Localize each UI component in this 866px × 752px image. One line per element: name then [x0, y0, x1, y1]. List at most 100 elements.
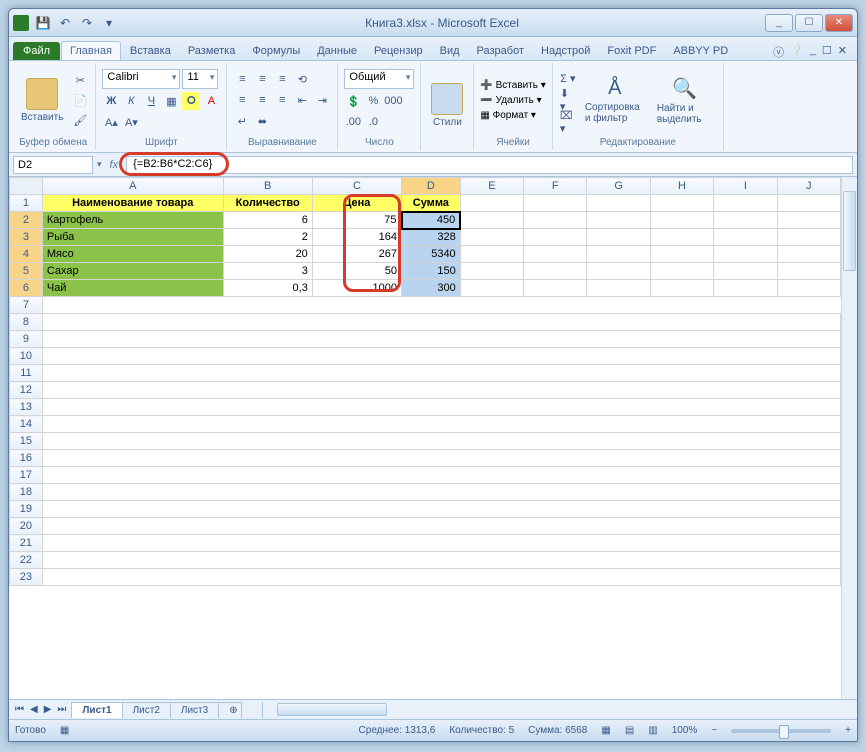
cell[interactable]: [587, 280, 650, 297]
cell[interactable]: 5340: [402, 246, 461, 263]
cell[interactable]: 450: [402, 212, 461, 229]
col-header-H[interactable]: H: [650, 178, 713, 195]
cell[interactable]: 2: [223, 229, 312, 246]
cell[interactable]: [587, 195, 650, 212]
cell[interactable]: [42, 382, 840, 399]
qat-dropdown[interactable]: ▾: [99, 13, 119, 33]
horizontal-scrollbar[interactable]: [262, 702, 857, 718]
col-header-E[interactable]: E: [460, 178, 523, 195]
insert-cells-button[interactable]: ➕ Вставить ▾: [480, 80, 545, 91]
cell[interactable]: [650, 280, 713, 297]
tab-review[interactable]: Рецензир: [366, 42, 431, 60]
bold-button[interactable]: Ж: [102, 92, 120, 110]
new-sheet-button[interactable]: ⊕: [218, 702, 242, 718]
wrap-text-button[interactable]: ↵: [233, 112, 251, 130]
tab-formulas[interactable]: Формулы: [244, 42, 308, 60]
cell[interactable]: [714, 280, 777, 297]
zoom-in-button[interactable]: +: [845, 725, 851, 736]
tab-next-button[interactable]: ▶: [42, 704, 54, 715]
col-header-J[interactable]: J: [777, 178, 840, 195]
maximize-button[interactable]: ☐: [795, 14, 823, 32]
tab-abbyy[interactable]: ABBYY PD: [665, 42, 736, 60]
paste-button[interactable]: Вставить: [17, 76, 67, 125]
cell[interactable]: [587, 229, 650, 246]
row-header-4[interactable]: 4: [10, 246, 43, 263]
cell[interactable]: 328: [402, 229, 461, 246]
col-header-C[interactable]: C: [312, 178, 401, 195]
align-center-button[interactable]: ≡: [253, 91, 271, 109]
col-header-A[interactable]: A: [42, 178, 223, 195]
tab-view[interactable]: Вид: [432, 42, 468, 60]
align-middle-button[interactable]: ≡: [253, 70, 271, 88]
cell[interactable]: [42, 399, 840, 416]
cell[interactable]: [650, 195, 713, 212]
col-header-B[interactable]: B: [223, 178, 312, 195]
cell[interactable]: [42, 501, 840, 518]
delete-cells-button[interactable]: ➖ Удалить ▾: [480, 95, 545, 106]
row-header-11[interactable]: 11: [10, 365, 43, 382]
format-painter-button[interactable]: 🖌: [71, 111, 89, 129]
doc-close-icon[interactable]: ✕: [838, 44, 847, 60]
cell[interactable]: [714, 212, 777, 229]
cell[interactable]: [42, 331, 840, 348]
autosum-button[interactable]: Σ ▾: [559, 69, 577, 87]
tab-last-button[interactable]: ⏭: [55, 704, 68, 715]
tab-file[interactable]: Файл: [13, 42, 60, 60]
cell[interactable]: 1000: [312, 280, 401, 297]
cell[interactable]: [42, 365, 840, 382]
clear-button[interactable]: ⌧ ▾: [559, 113, 577, 131]
cell[interactable]: [650, 246, 713, 263]
cell[interactable]: Рыба: [42, 229, 223, 246]
cell[interactable]: [42, 535, 840, 552]
cell[interactable]: Количество: [223, 195, 312, 212]
name-box[interactable]: [13, 156, 93, 174]
row-header-18[interactable]: 18: [10, 484, 43, 501]
cell[interactable]: [777, 280, 840, 297]
cut-button[interactable]: ✂: [71, 71, 89, 89]
cell[interactable]: [524, 229, 587, 246]
cell[interactable]: [460, 246, 523, 263]
align-bottom-button[interactable]: ≡: [273, 70, 291, 88]
cell[interactable]: [714, 263, 777, 280]
grid[interactable]: A B C D E F G H I J 1 Наименование товар…: [9, 177, 841, 699]
underline-button[interactable]: Ч: [142, 92, 160, 110]
cell[interactable]: Картофель: [42, 212, 223, 229]
currency-button[interactable]: 💲: [344, 92, 362, 110]
cell[interactable]: [42, 518, 840, 535]
indent-dec-button[interactable]: ⇤: [293, 91, 311, 109]
cell[interactable]: [714, 229, 777, 246]
cell[interactable]: [42, 297, 840, 314]
zoom-out-button[interactable]: −: [711, 725, 717, 736]
scroll-thumb[interactable]: [843, 191, 856, 271]
col-header-I[interactable]: I: [714, 178, 777, 195]
row-header-5[interactable]: 5: [10, 263, 43, 280]
doc-min-icon[interactable]: _: [810, 44, 816, 60]
tab-data[interactable]: Данные: [309, 42, 365, 60]
cell[interactable]: 164: [312, 229, 401, 246]
macro-record-icon[interactable]: ▦: [60, 725, 69, 736]
row-header-17[interactable]: 17: [10, 467, 43, 484]
cell[interactable]: [777, 195, 840, 212]
row-header-19[interactable]: 19: [10, 501, 43, 518]
cell[interactable]: [460, 263, 523, 280]
cell[interactable]: 3: [223, 263, 312, 280]
cell[interactable]: [460, 212, 523, 229]
cell[interactable]: [587, 212, 650, 229]
dec-decimal-button[interactable]: .0: [364, 113, 382, 131]
row-header-7[interactable]: 7: [10, 297, 43, 314]
name-box-dropdown[interactable]: ▾: [97, 159, 102, 170]
cell[interactable]: Сахар: [42, 263, 223, 280]
cell[interactable]: Чай: [42, 280, 223, 297]
cell[interactable]: Наименование товара: [42, 195, 223, 212]
view-normal-button[interactable]: ▦: [601, 725, 610, 736]
cell[interactable]: 20: [223, 246, 312, 263]
minimize-button[interactable]: _: [765, 14, 793, 32]
cell[interactable]: 150: [402, 263, 461, 280]
sort-filter-button[interactable]: Å Сортировка и фильтр: [581, 75, 649, 126]
format-cells-button[interactable]: ▦ Формат ▾: [480, 110, 545, 121]
orientation-button[interactable]: ⟲: [293, 70, 311, 88]
col-header-F[interactable]: F: [524, 178, 587, 195]
tab-addins[interactable]: Надстрой: [533, 42, 598, 60]
cell[interactable]: [777, 229, 840, 246]
font-name-combo[interactable]: Calibri: [102, 69, 180, 89]
